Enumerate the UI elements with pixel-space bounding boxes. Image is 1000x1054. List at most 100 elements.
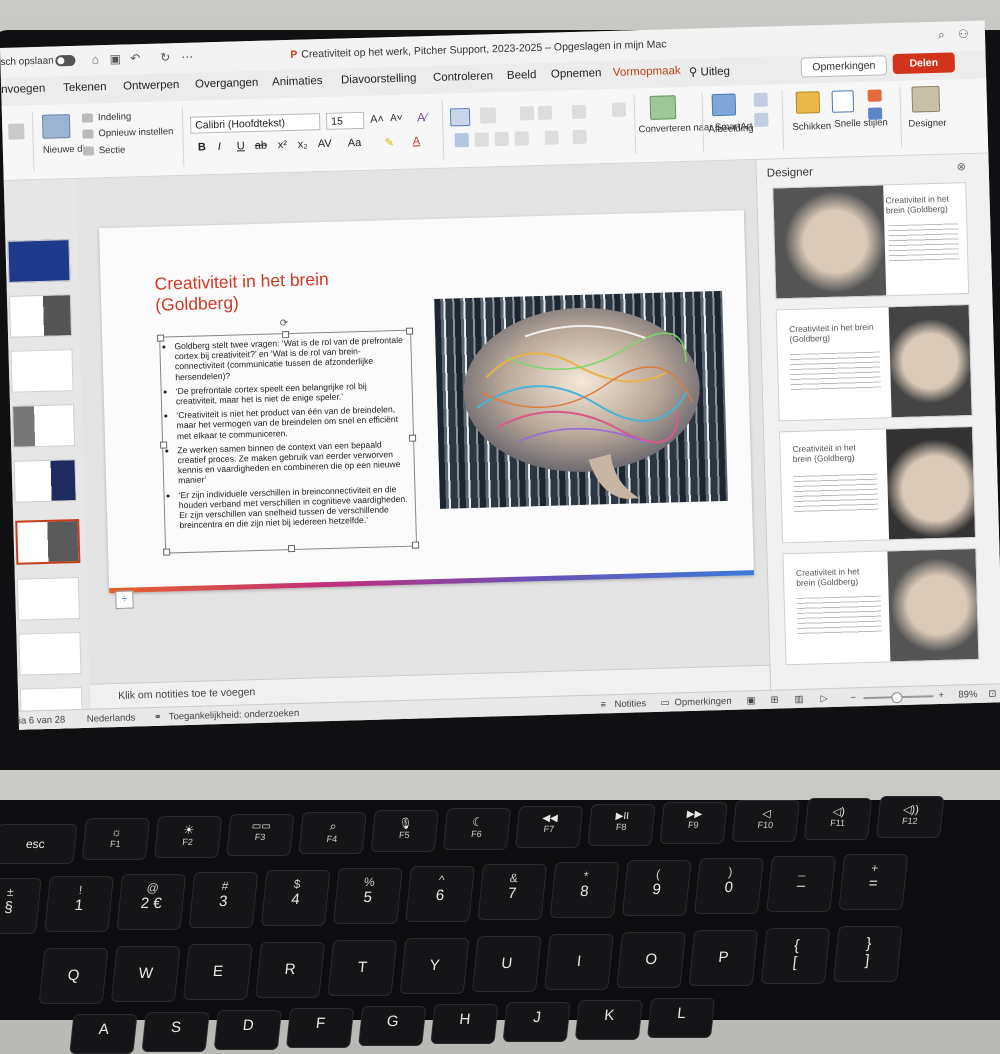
superscript-button[interactable]: x² bbox=[278, 139, 288, 151]
more-options-icon[interactable]: ⋯ bbox=[180, 50, 194, 64]
key-t[interactable]: T bbox=[327, 940, 398, 996]
resize-handle[interactable] bbox=[157, 334, 165, 342]
new-slide-button[interactable]: Nieuwe dia bbox=[43, 144, 90, 156]
slide-title[interactable]: Creativiteit in het brein (Goldberg) bbox=[154, 267, 385, 315]
tab-slideshow[interactable]: Diavoorstelling bbox=[341, 72, 417, 86]
notes-placeholder[interactable]: Klik om notities toe te voegen bbox=[118, 686, 255, 702]
key-k[interactable]: K bbox=[574, 1000, 643, 1040]
key-7[interactable]: & 7 bbox=[477, 864, 548, 920]
resize-handle[interactable] bbox=[411, 541, 420, 549]
slide-thumbnail[interactable] bbox=[7, 239, 71, 283]
increase-indent-icon[interactable] bbox=[537, 105, 553, 121]
key-u[interactable]: U bbox=[471, 936, 542, 992]
slide-thumbnail[interactable] bbox=[13, 459, 77, 503]
align-left-icon[interactable] bbox=[454, 132, 469, 148]
arrange-button[interactable]: Schikken bbox=[792, 121, 831, 133]
key-f8[interactable]: ▶II F8 bbox=[587, 804, 656, 846]
text-direction-icon[interactable] bbox=[544, 130, 559, 145]
key-8[interactable]: * 8 bbox=[549, 862, 620, 918]
highlight-icon[interactable]: ✎ bbox=[385, 136, 395, 149]
slide-thumbnail[interactable] bbox=[8, 294, 73, 338]
zoom-out-icon[interactable]: − bbox=[850, 692, 856, 703]
close-icon[interactable]: ⊗ bbox=[957, 160, 967, 173]
save-icon[interactable]: ▣ bbox=[108, 52, 122, 66]
key-j[interactable]: J bbox=[502, 1002, 571, 1042]
section-button[interactable]: Sectie bbox=[99, 145, 126, 157]
share-people-icon[interactable]: ⚇ bbox=[958, 27, 969, 41]
resize-handle[interactable] bbox=[163, 548, 171, 556]
key-f[interactable]: F bbox=[285, 1008, 355, 1048]
key-i[interactable]: I bbox=[544, 934, 614, 990]
shape-fill-icon[interactable] bbox=[867, 89, 882, 102]
layout-button[interactable]: Indeling bbox=[98, 111, 132, 123]
key-f3[interactable]: ▭▭ F3 bbox=[226, 814, 295, 856]
zoom-level[interactable]: 89% bbox=[958, 689, 977, 701]
current-slide[interactable]: Creativiteit in het brein (Goldberg) ⟳ G… bbox=[99, 210, 755, 594]
home-icon[interactable]: ⌂ bbox=[88, 52, 102, 66]
reading-view-icon[interactable]: ▥ bbox=[794, 694, 803, 705]
change-case-button[interactable]: Aa bbox=[348, 137, 362, 149]
numbering-icon[interactable] bbox=[479, 107, 497, 124]
notes-icon[interactable]: ≡ bbox=[600, 699, 606, 710]
grow-font-icon[interactable]: A˄ bbox=[370, 113, 384, 125]
language-indicator[interactable]: Nederlands bbox=[87, 712, 136, 724]
key-4[interactable]: $4 bbox=[260, 870, 331, 926]
redo-icon[interactable]: ↻ bbox=[158, 50, 172, 64]
design-suggestion[interactable]: Creativiteit in het brein (Goldberg) bbox=[772, 182, 970, 300]
key-s[interactable]: S bbox=[141, 1012, 210, 1052]
accessibility-icon[interactable]: ⚭ bbox=[154, 712, 162, 723]
key-p[interactable]: P bbox=[688, 930, 759, 986]
rotate-handle-icon[interactable]: ⟳ bbox=[280, 318, 289, 329]
slide-sorter-icon[interactable]: ⊞ bbox=[770, 695, 778, 706]
resize-handle[interactable] bbox=[287, 544, 296, 553]
key-f4[interactable]: ⌕ F4 bbox=[298, 812, 367, 854]
key-d[interactable]: D bbox=[213, 1010, 282, 1050]
tab-view[interactable]: Beeld bbox=[507, 69, 537, 82]
key-f12[interactable]: ◁)) F12 bbox=[876, 796, 945, 838]
textbox-icon[interactable] bbox=[754, 112, 769, 127]
key-right-brace[interactable]: }] bbox=[832, 926, 903, 982]
tab-review[interactable]: Controleren bbox=[433, 70, 493, 84]
key-left-brace[interactable]: {[ bbox=[760, 928, 831, 984]
convert-smartart-button[interactable]: Converteren naar SmartArt bbox=[638, 121, 752, 135]
clear-format-icon[interactable]: A⁄ bbox=[417, 110, 427, 124]
font-family-select[interactable]: Calibri (Hoofdtekst) bbox=[189, 113, 321, 134]
columns-icon[interactable] bbox=[611, 102, 627, 117]
align-text-icon[interactable] bbox=[572, 129, 587, 145]
designer-button[interactable]: Designer bbox=[908, 118, 946, 130]
key-f2[interactable]: ☀ F2 bbox=[153, 816, 223, 858]
picture-icon[interactable] bbox=[711, 93, 737, 117]
slide-thumbnail[interactable] bbox=[10, 349, 74, 393]
notes-toggle[interactable]: Notities bbox=[614, 698, 646, 710]
picture-button[interactable]: Afbeelding bbox=[708, 123, 753, 135]
clipboard-icon[interactable] bbox=[8, 123, 25, 140]
slide-thumbnail[interactable] bbox=[16, 577, 80, 621]
normal-view-icon[interactable]: ▣ bbox=[746, 695, 755, 706]
key-9[interactable]: (9 bbox=[621, 860, 692, 916]
key-f5[interactable]: 🎙 F5 bbox=[370, 810, 439, 852]
smartart-icon[interactable] bbox=[649, 95, 677, 120]
key-6[interactable]: ^ 6 bbox=[405, 866, 476, 922]
italic-button[interactable]: I bbox=[218, 141, 221, 153]
strikethrough-button[interactable]: ab bbox=[255, 140, 268, 152]
slide-thumbnail-current[interactable] bbox=[15, 518, 81, 565]
comments-icon[interactable]: ▭ bbox=[660, 698, 669, 709]
align-right-icon[interactable] bbox=[494, 131, 509, 147]
undo-icon[interactable]: ↶ bbox=[128, 51, 142, 65]
search-icon[interactable]: ⌕ bbox=[938, 28, 945, 43]
resize-handle[interactable] bbox=[282, 331, 290, 339]
slideshow-icon[interactable]: ▷ bbox=[820, 693, 828, 704]
tab-animations[interactable]: Animaties bbox=[272, 75, 323, 88]
shapes-icon[interactable] bbox=[753, 92, 768, 107]
key-f1[interactable]: ☼ F1 bbox=[81, 818, 151, 860]
bullet-text-box[interactable]: ⟳ Goldberg stelt twee vragen: ‘Wat is de… bbox=[157, 318, 420, 556]
tab-transitions[interactable]: Overgangen bbox=[195, 77, 259, 91]
zoom-in-icon[interactable]: + bbox=[938, 690, 944, 701]
underline-button[interactable]: U bbox=[237, 140, 245, 152]
reset-button[interactable]: Opnieuw instellen bbox=[98, 126, 173, 139]
bold-button[interactable]: B bbox=[198, 141, 206, 153]
new-slide-icon[interactable] bbox=[41, 114, 71, 139]
bullets-icon[interactable] bbox=[449, 107, 471, 127]
key-f11[interactable]: ◁) F11 bbox=[803, 798, 873, 840]
key-a[interactable]: A bbox=[69, 1014, 138, 1054]
